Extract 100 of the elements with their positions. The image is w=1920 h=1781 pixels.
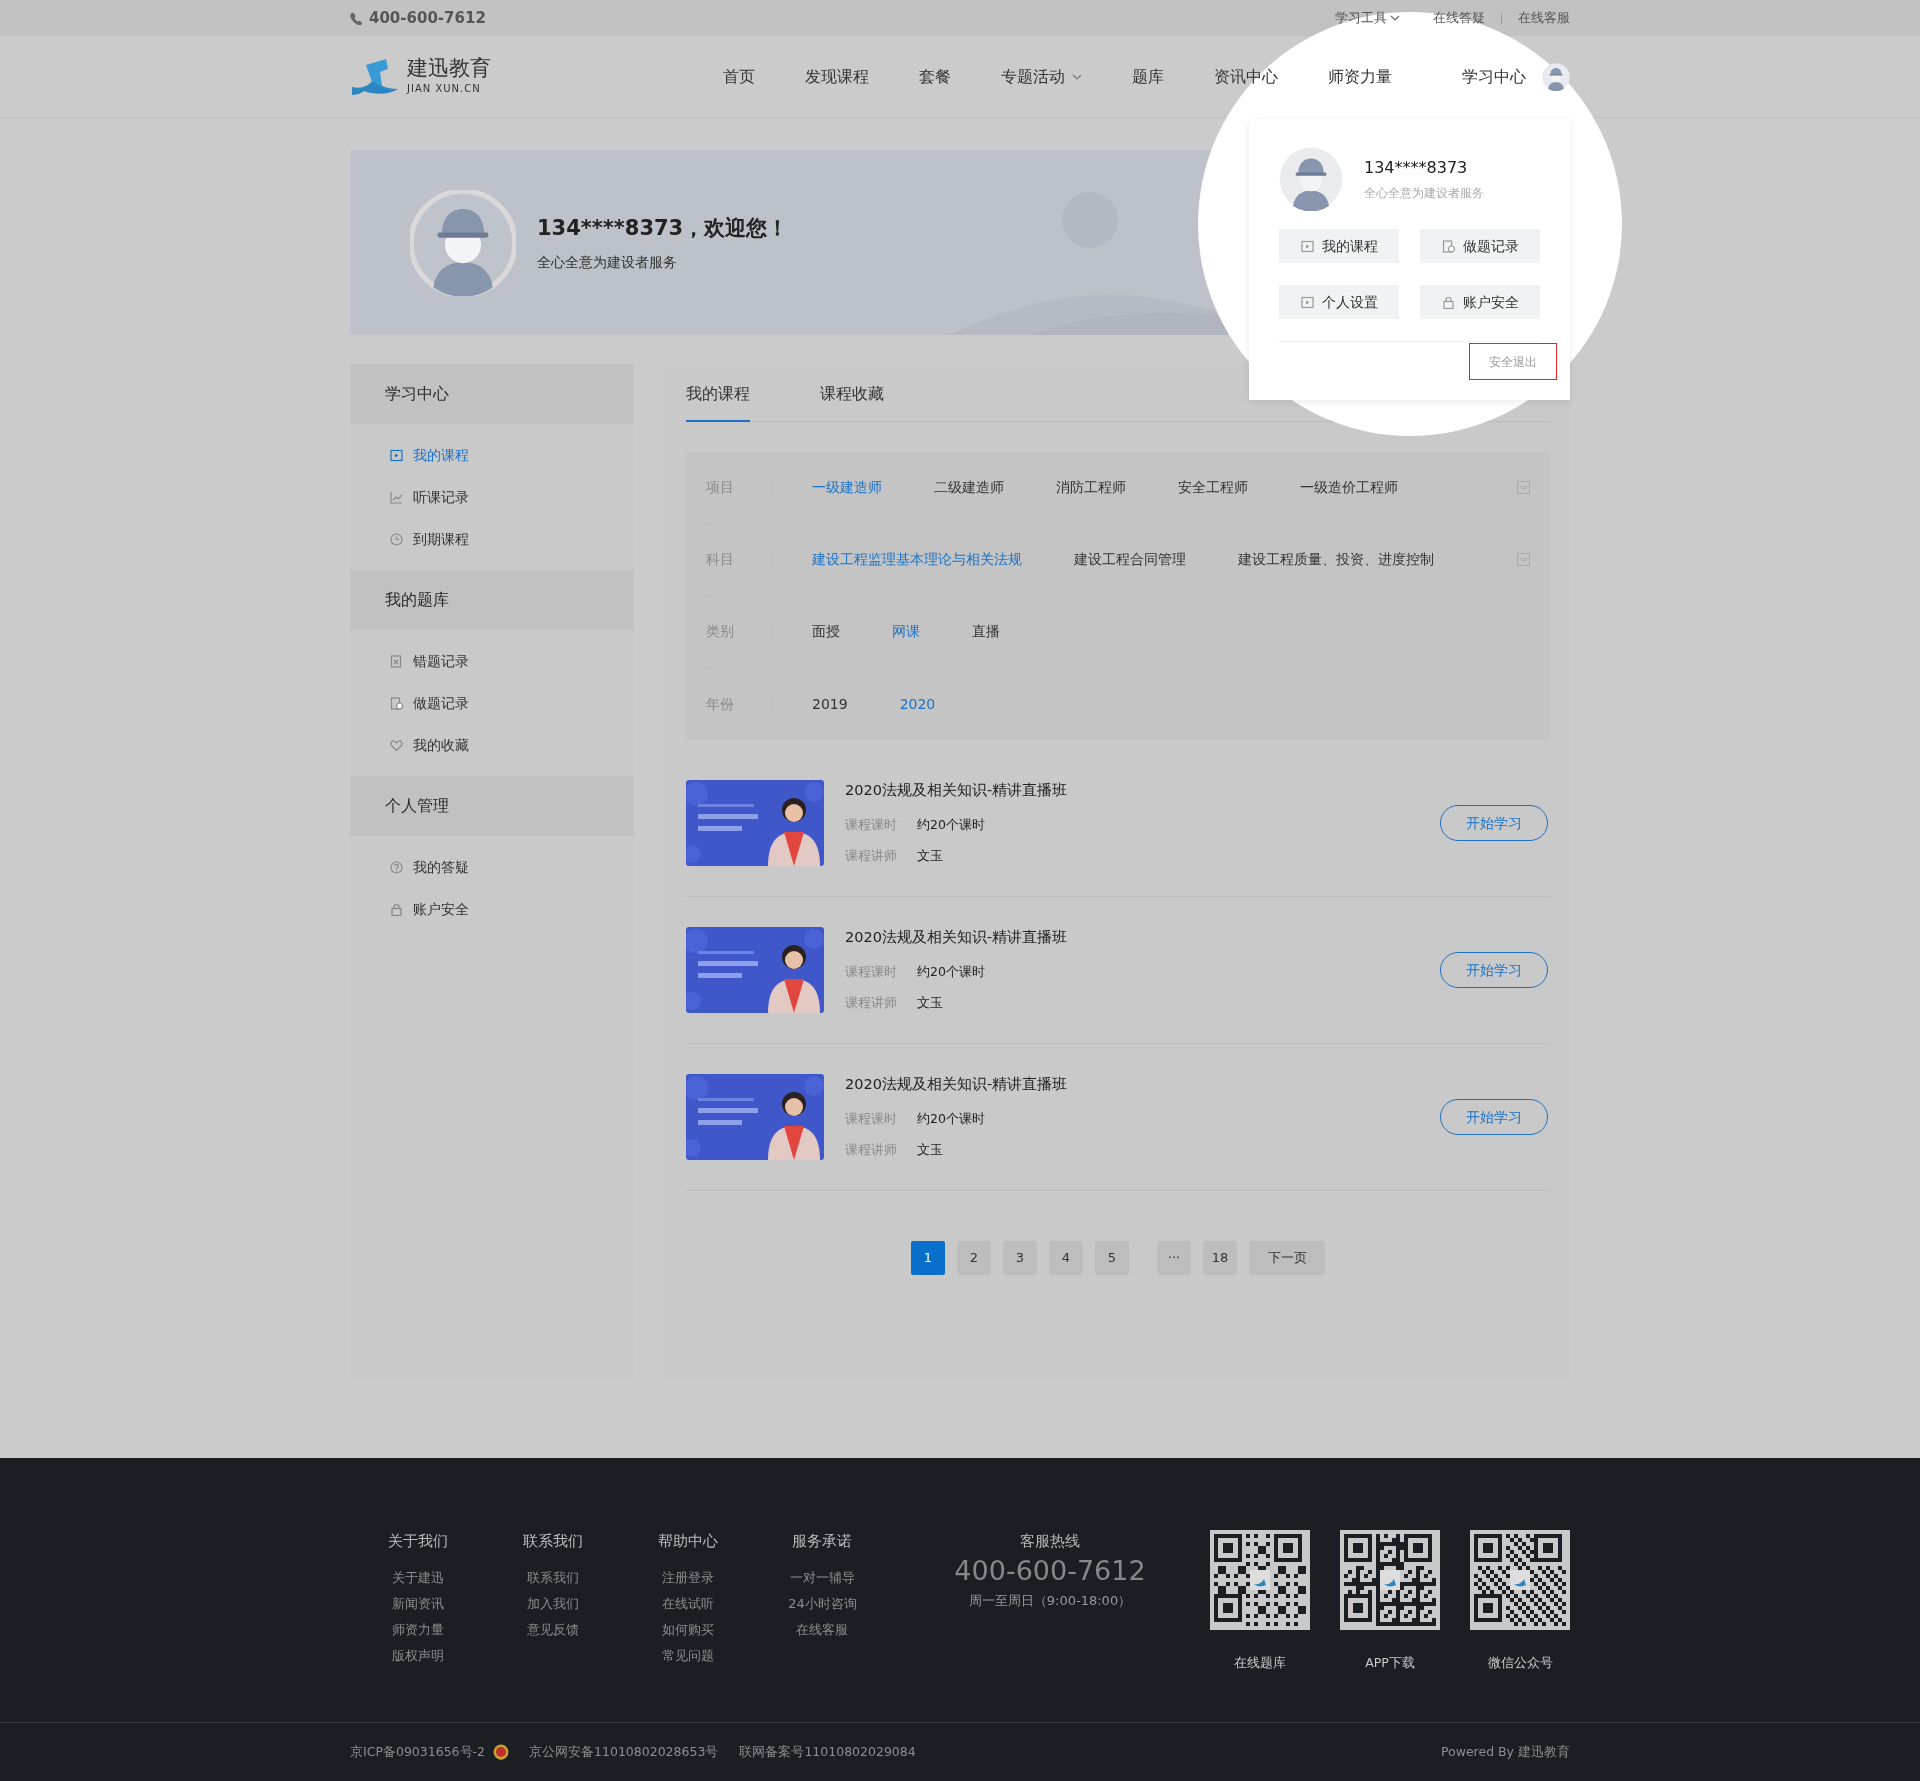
menu-button[interactable]: 我的课程: [1279, 229, 1399, 263]
footer-link[interactable]: 加入我们: [526, 1590, 579, 1617]
sidebar-item[interactable]: 我的收藏: [350, 724, 634, 766]
nav-link[interactable]: 题库: [1132, 64, 1164, 89]
field-label: 课程课时: [845, 816, 898, 835]
caret-icon: [1072, 73, 1082, 80]
page-button[interactable]: 5: [1095, 1241, 1129, 1275]
field-label: 课程课时: [845, 963, 898, 982]
footer-link[interactable]: 关于建迅: [391, 1564, 444, 1591]
field-label: 课程讲师: [845, 846, 898, 865]
footer-link[interactable]: 一对一辅导: [790, 1564, 855, 1591]
page-button[interactable]: 18: [1203, 1241, 1237, 1275]
page-button[interactable]: 1: [911, 1241, 945, 1275]
footer-link[interactable]: 联系我们: [526, 1564, 579, 1591]
nav-link[interactable]: 资讯中心: [1214, 64, 1278, 89]
video-icon: [1300, 239, 1314, 253]
filter-label: 科目: [706, 552, 772, 567]
sidebar-item[interactable]: 错题记录: [350, 640, 634, 682]
sidebar-item[interactable]: 账户安全: [350, 888, 634, 930]
expand-icon[interactable]: [1517, 481, 1530, 494]
welcome-subtitle: 全心全意为建设者服务: [537, 252, 678, 272]
footer-heading: 关于我们: [387, 1531, 448, 1552]
sidebar-item[interactable]: 做题记录: [350, 682, 634, 724]
footer-link[interactable]: 在线试听: [661, 1590, 714, 1617]
police-record: 京公网安备11010802028653号: [529, 1742, 719, 1761]
lock-icon: [390, 902, 403, 916]
logo[interactable]: 建迅教育 JIAN XUN.CN: [350, 56, 491, 97]
filter-option[interactable]: 二级建造师: [934, 477, 1004, 498]
filter-option[interactable]: 安全工程师: [1178, 477, 1248, 498]
filter-option[interactable]: 面授: [812, 621, 840, 642]
document-icon: [390, 654, 403, 668]
field-value: 文玉: [917, 993, 943, 1012]
field-value: 文玉: [917, 846, 943, 865]
footer-link[interactable]: 师资力量: [391, 1616, 444, 1643]
next-page-button[interactable]: 下一页: [1249, 1241, 1325, 1275]
footer-link[interactable]: 如何购买: [661, 1616, 714, 1643]
sidebar-item[interactable]: 到期课程: [350, 518, 634, 560]
tab[interactable]: 我的课程: [686, 364, 750, 422]
page-button[interactable]: 4: [1049, 1241, 1083, 1275]
top-link[interactable]: 在线客服: [1518, 8, 1570, 28]
user-tagline: 全心全意为建设者服务: [1364, 185, 1484, 202]
question-icon: [390, 860, 403, 874]
course-title: 2020法规及相关知识-精讲直播班: [845, 1075, 1068, 1095]
nav-link[interactable]: 学习中心: [1462, 64, 1526, 89]
footer-heading: 服务承诺: [792, 1531, 853, 1552]
top-link[interactable]: 在线答疑: [1433, 8, 1485, 28]
menu-button[interactable]: 做题记录: [1420, 229, 1540, 263]
filter-option[interactable]: 直播: [972, 621, 1000, 642]
field-label: 课程讲师: [845, 1140, 898, 1159]
filter-option[interactable]: 一级造价工程师: [1300, 477, 1398, 498]
sidebar-heading: 个人管理: [350, 776, 634, 836]
page-button[interactable]: 3: [1003, 1241, 1037, 1275]
footer-link[interactable]: 新闻资讯: [391, 1590, 444, 1617]
footer-link[interactable]: 在线客服: [796, 1616, 849, 1643]
footer-link[interactable]: 意见反馈: [526, 1616, 579, 1643]
filter-label: 类别: [706, 624, 772, 639]
menu-button[interactable]: 个人设置: [1279, 285, 1399, 319]
footer-heading: 联系我们: [522, 1531, 583, 1552]
nav-link[interactable]: 套餐: [919, 64, 951, 89]
heart-icon: [390, 738, 403, 752]
icp-number: 京ICP备09031656号-2: [350, 1742, 486, 1761]
footer-link[interactable]: 常见问题: [661, 1642, 714, 1669]
nav-link[interactable]: 首页: [723, 64, 755, 89]
logo-name: 建迅教育: [407, 57, 491, 81]
footer-link[interactable]: 注册登录: [661, 1564, 714, 1591]
filter-option[interactable]: 消防工程师: [1056, 477, 1126, 498]
field-label: 课程讲师: [845, 993, 898, 1012]
filter-option[interactable]: 2019: [812, 693, 848, 715]
footer-link[interactable]: 24小时咨询: [788, 1590, 857, 1617]
course-title: 2020法规及相关知识-精讲直播班: [845, 928, 1068, 948]
logo-icon: [350, 56, 400, 97]
clock-icon: [390, 532, 403, 546]
menu-button[interactable]: 账户安全: [1420, 285, 1540, 319]
ellipsis-button[interactable]: ···: [1157, 1241, 1191, 1275]
expand-icon[interactable]: [1517, 553, 1530, 566]
video-icon: [390, 448, 403, 462]
filter-option[interactable]: 建设工程合同管理: [1074, 549, 1186, 570]
sidebar-item[interactable]: 我的答疑: [350, 846, 634, 888]
nav-link[interactable]: 专题活动: [1001, 64, 1082, 89]
course-title: 2020法规及相关知识-精讲直播班: [845, 781, 1068, 801]
filter-option[interactable]: 建设工程质量、投资、进度控制: [1238, 549, 1434, 570]
nav-link[interactable]: 师资力量: [1328, 64, 1392, 89]
sidebar-item[interactable]: 听课记录: [350, 476, 634, 518]
footer-heading: 帮助中心: [657, 1531, 718, 1552]
nav-link[interactable]: 发现课程: [805, 64, 869, 89]
tab[interactable]: 课程收藏: [820, 364, 884, 421]
filter-label: 年份: [706, 697, 772, 711]
qr-label: APP下载: [1365, 1654, 1415, 1672]
field-value: 约20个课时: [917, 963, 985, 982]
qr-label: 在线题库: [1234, 1654, 1286, 1672]
document-clock-icon: [1441, 239, 1455, 253]
field-value: 约20个课时: [917, 1110, 985, 1129]
qr-label: 微信公众号: [1487, 1654, 1553, 1672]
page-button[interactable]: 2: [957, 1241, 991, 1275]
field-label: 课程课时: [845, 1110, 898, 1129]
avatar: [1279, 147, 1343, 211]
logo-subtitle: JIAN XUN.CN: [407, 81, 482, 96]
hotline-number: 400-600-7612: [954, 1554, 1146, 1587]
footer-link[interactable]: 版权声明: [391, 1642, 444, 1669]
filter-label: 项目: [706, 480, 772, 495]
